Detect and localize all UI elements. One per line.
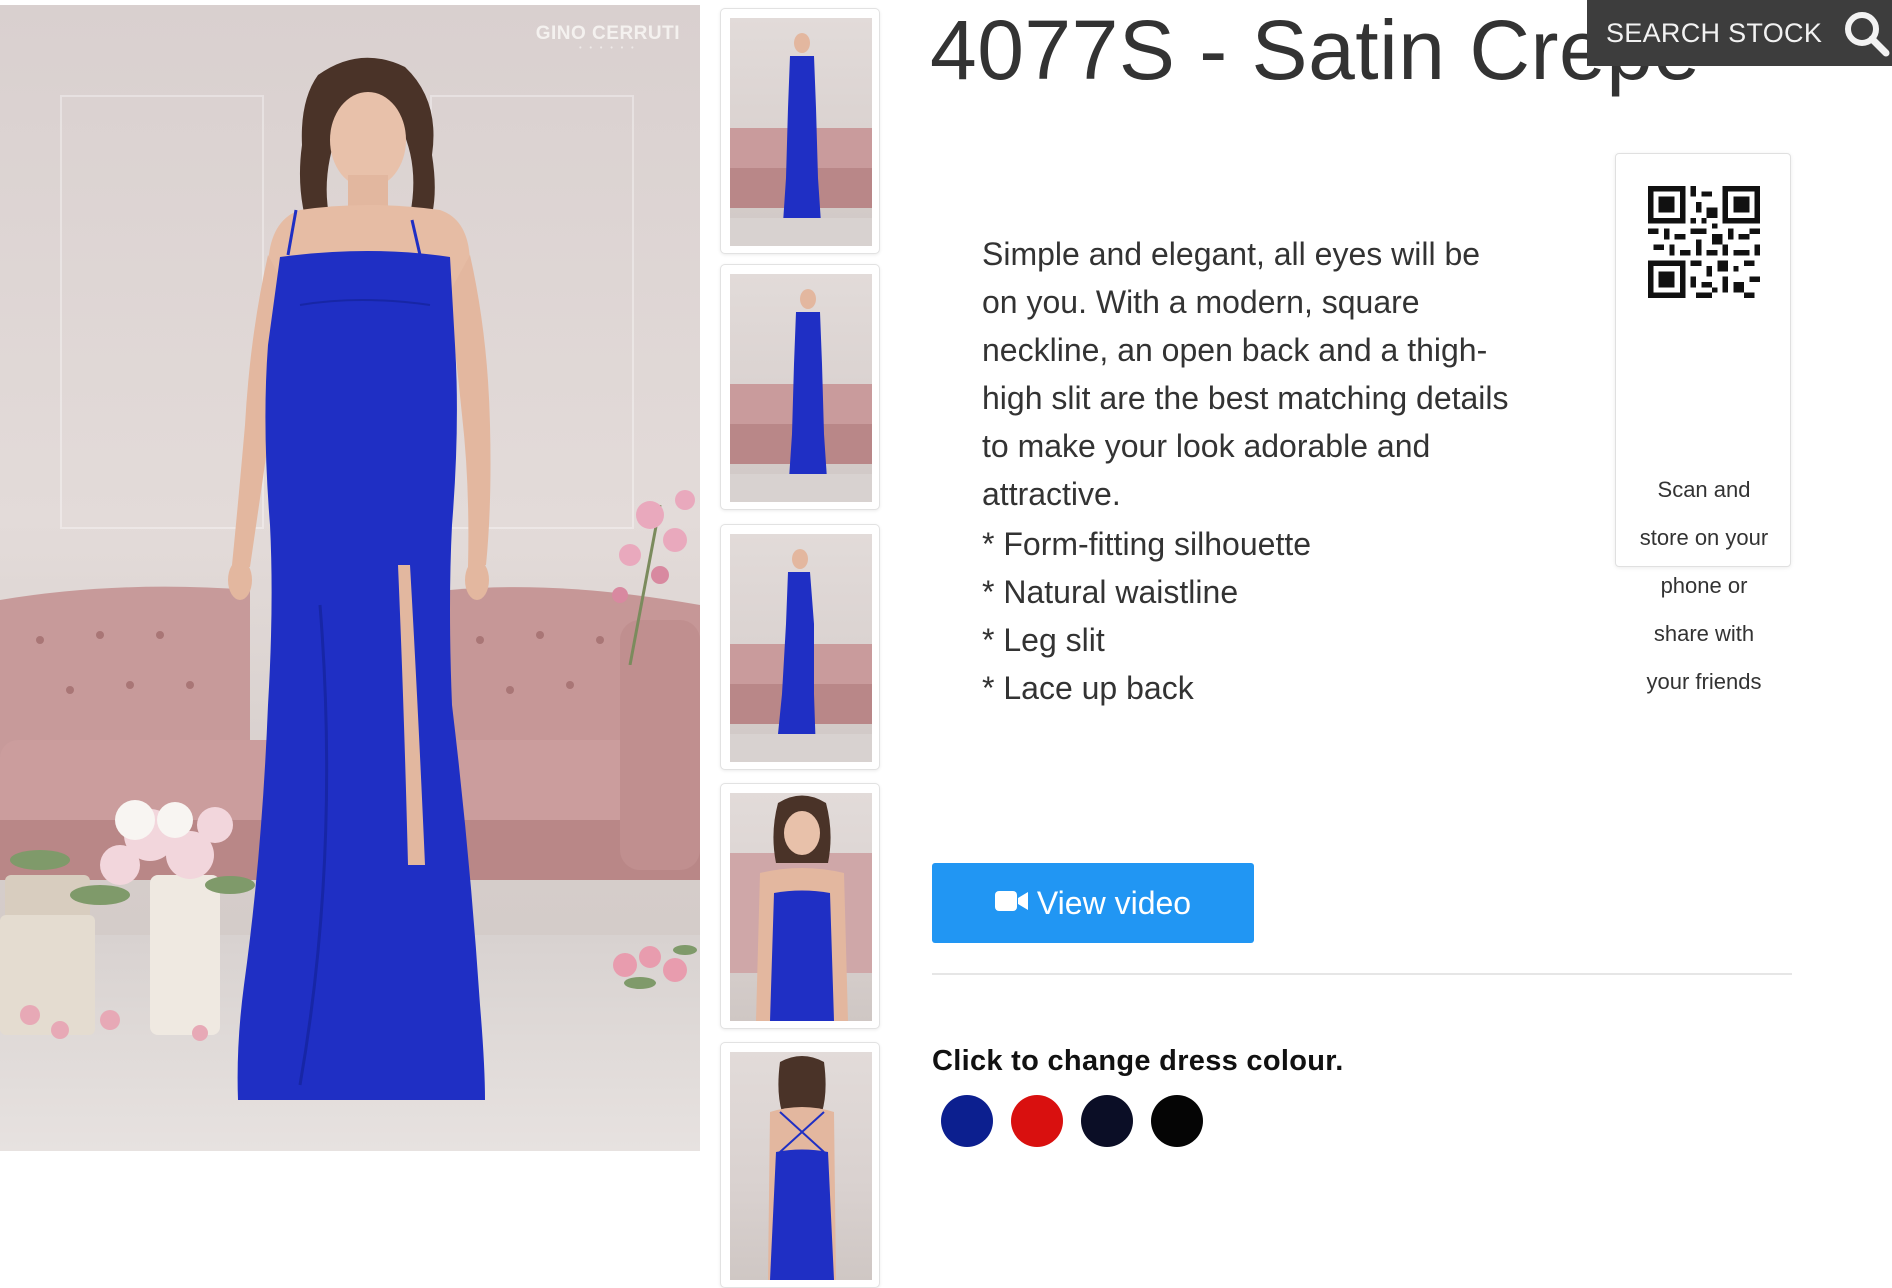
thumbnail-2[interactable] <box>720 264 880 510</box>
feature-item: * Form-fitting silhouette <box>982 526 1312 562</box>
qr-card: Scan and store on your phone or share wi… <box>1615 153 1791 694</box>
feature-item: * Leg slit <box>982 622 1105 658</box>
video-camera-icon <box>994 885 1029 922</box>
colour-swatches <box>941 1095 1221 1147</box>
qr-text-line: Scan and <box>1657 477 1751 502</box>
section-divider <box>932 973 1792 975</box>
thumbnail-image <box>730 1052 872 1280</box>
product-description: Simple and elegant, all eyes will be on … <box>982 236 1509 512</box>
thumbnail-5[interactable] <box>720 1042 880 1288</box>
search-stock-label: SEARCH STOCK <box>1606 17 1823 48</box>
colour-swatch-red[interactable] <box>1011 1095 1063 1147</box>
qr-instructions: Scan and store on your phone or share wi… <box>1616 466 1792 706</box>
model-in-dress <box>228 57 491 1100</box>
brand-watermark-text: GINO CERRUTI <box>535 23 680 44</box>
thumbnail-image <box>730 793 872 1021</box>
qr-text-line: your friends <box>1646 669 1762 694</box>
thumbnail-1[interactable] <box>720 8 880 254</box>
brand-watermark-sub: • • • • • • <box>579 45 637 52</box>
colour-swatch-navy[interactable] <box>1081 1095 1133 1147</box>
thumbnail-image <box>730 18 872 246</box>
qr-code[interactable] <box>1648 186 1760 298</box>
feature-item: * Natural waistline <box>982 574 1239 610</box>
search-stock-button[interactable]: SEARCH STOCK <box>1587 0 1892 66</box>
colour-swatch-black[interactable] <box>1151 1095 1203 1147</box>
feature-item: * Lace up back <box>982 670 1194 706</box>
search-icon[interactable] <box>1841 8 1892 65</box>
main-product-image[interactable]: GINO CERRUTI • • • • • • <box>0 5 700 1151</box>
thumbnail-image <box>730 534 872 762</box>
view-video-button[interactable]: View video <box>932 863 1254 943</box>
feature-list: * Form-fitting silhouette * Natural wais… <box>982 520 1311 712</box>
product-title: 4077S - Satin Crepe <box>930 3 1701 97</box>
brand-watermark: GINO CERRUTI • • • • • • <box>536 23 680 52</box>
view-video-label: View video <box>1036 884 1192 921</box>
thumbnail-image <box>730 274 872 502</box>
thumbnail-3[interactable] <box>720 524 880 770</box>
qr-text-line: phone or <box>1660 573 1748 598</box>
qr-text-line: share with <box>1653 621 1755 646</box>
thumbnail-4[interactable] <box>720 783 880 1029</box>
qr-text-line: store on your <box>1639 525 1769 550</box>
colour-swatch-royal-blue[interactable] <box>941 1095 993 1147</box>
colour-picker-title: Click to change dress colour. <box>932 1045 1344 1077</box>
